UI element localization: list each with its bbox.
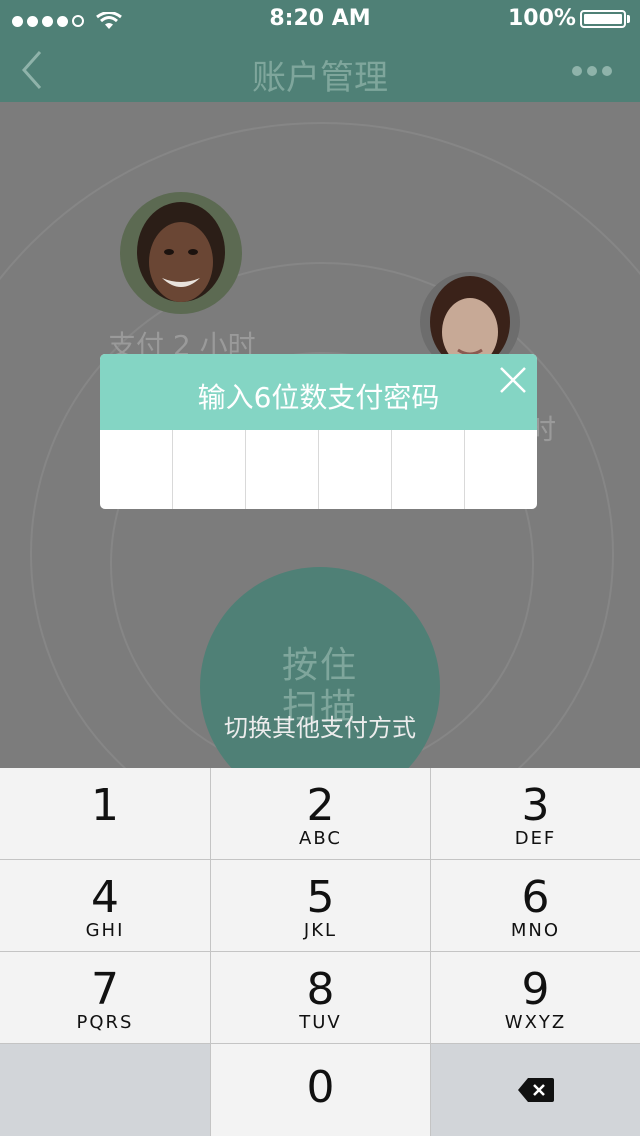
close-icon[interactable] — [497, 364, 529, 396]
pin-cell[interactable] — [465, 430, 537, 509]
pin-input[interactable] — [100, 430, 537, 509]
pin-cell[interactable] — [100, 430, 173, 509]
dialog-title: 输入6位数支付密码 — [197, 381, 440, 414]
key-letters: MNO — [510, 920, 561, 941]
key-blank — [0, 1044, 211, 1136]
dialog-header: 输入6位数支付密码 — [100, 354, 537, 430]
scan-line-1: 按住 — [281, 645, 358, 686]
key-letters: WXYZ — [504, 1012, 567, 1033]
pin-cell[interactable] — [319, 430, 392, 509]
key-digit: 6 — [521, 872, 550, 923]
battery-tip — [627, 15, 630, 23]
key-5[interactable]: 5 JKL — [211, 860, 431, 952]
key-digit: 2 — [306, 780, 335, 831]
key-digit: 8 — [306, 964, 335, 1015]
key-letters: JKL — [303, 920, 338, 941]
key-letters: TUV — [299, 1012, 342, 1033]
user-avatar[interactable] — [120, 192, 242, 314]
pin-cell[interactable] — [173, 430, 246, 509]
key-letters: GHI — [85, 920, 125, 941]
page-title: 账户管理 — [252, 58, 388, 98]
key-1[interactable]: 1 — [0, 768, 211, 860]
key-3[interactable]: 3 DEF — [431, 768, 640, 860]
key-letters: ABC — [299, 828, 342, 849]
key-7[interactable]: 7 PQRS — [0, 952, 211, 1044]
nav-bar: 账户管理 — [0, 40, 640, 102]
key-4[interactable]: 4 GHI — [0, 860, 211, 952]
pin-cell[interactable] — [246, 430, 319, 509]
password-dialog: 输入6位数支付密码 — [100, 354, 537, 509]
status-bar: 8:20 AM 100% — [0, 0, 640, 40]
key-2[interactable]: 2 ABC — [211, 768, 431, 860]
backspace-icon — [517, 1078, 554, 1102]
key-9[interactable]: 9 WXYZ — [431, 952, 640, 1044]
key-digit: 7 — [91, 964, 119, 1015]
key-letters: DEF — [514, 828, 557, 849]
pin-cell[interactable] — [392, 430, 465, 509]
numeric-keypad: 1 2 ABC 3 DEF 4 GHI 5 JKL 6 MNO 7 PQRS 8… — [0, 768, 640, 1136]
key-digit: 0 — [306, 1062, 335, 1113]
key-digit: 9 — [521, 964, 550, 1015]
more-dots-icon[interactable] — [572, 66, 612, 76]
key-6[interactable]: 6 MNO — [431, 860, 640, 952]
key-0[interactable]: 0 — [211, 1044, 431, 1136]
switch-payment-link[interactable]: 切换其他支付方式 — [0, 708, 640, 743]
delete-key[interactable] — [431, 1044, 640, 1136]
key-digit: 5 — [306, 872, 335, 923]
key-letters: PQRS — [76, 1012, 134, 1033]
key-digit: 1 — [91, 780, 119, 831]
key-digit: 3 — [521, 780, 550, 831]
battery-icon — [580, 10, 626, 28]
battery-percent: 100% — [508, 6, 576, 31]
key-digit: 4 — [91, 872, 119, 923]
key-8[interactable]: 8 TUV — [211, 952, 431, 1044]
